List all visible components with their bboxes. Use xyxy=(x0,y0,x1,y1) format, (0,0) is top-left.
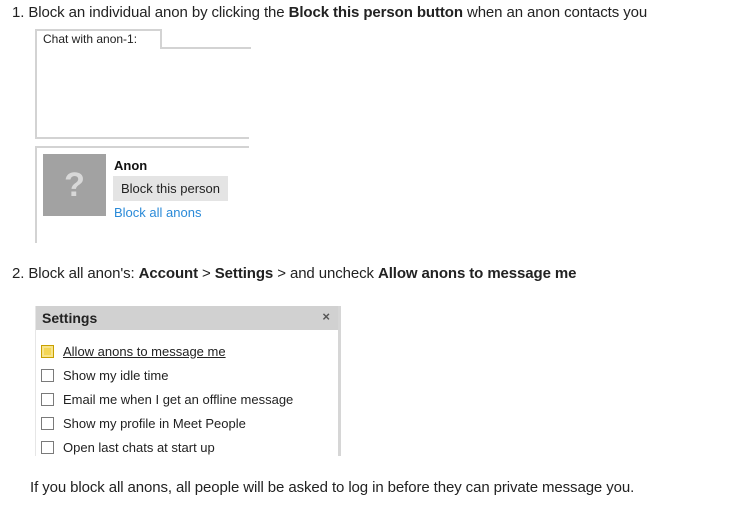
step-1-bold: Block this person button xyxy=(288,4,463,21)
setting-show-idle-time[interactable]: Show my idle time xyxy=(41,363,293,387)
chat-tab[interactable]: Chat with anon-1: xyxy=(37,29,162,49)
block-all-anons-link[interactable]: Block all anons xyxy=(114,205,201,220)
close-icon[interactable]: × xyxy=(322,309,330,324)
anon-profile-card: ? Anon Block this person Block all anons xyxy=(35,146,249,243)
setting-open-last-chats[interactable]: Open last chats at start up xyxy=(41,435,293,459)
settings-header: Settings × xyxy=(36,306,338,330)
avatar-placeholder-icon: ? xyxy=(43,154,106,216)
block-this-person-button[interactable]: Block this person xyxy=(113,176,228,201)
checkbox-show-profile[interactable] xyxy=(41,416,54,430)
step-2-option: Allow anons to message me xyxy=(377,265,577,282)
checkbox-show-idle-time[interactable] xyxy=(41,368,54,382)
step-2-instruction: 2. Block all anon's: Account > Settings … xyxy=(12,265,576,282)
step-1-suffix: when an anon contacts you xyxy=(462,4,648,21)
step-1-prefix: 1. Block an individual anon by clicking … xyxy=(12,4,289,21)
checkbox-open-last-chats[interactable] xyxy=(41,440,54,454)
setting-email-offline[interactable]: Email me when I get an offline message xyxy=(41,387,293,411)
setting-show-profile[interactable]: Show my profile in Meet People xyxy=(41,411,293,435)
step-2-prefix: 2. Block all anon's: xyxy=(12,265,139,282)
chat-window: Chat with anon-1: xyxy=(35,29,251,139)
step-1-instruction: 1. Block an individual anon by clicking … xyxy=(12,4,647,21)
step-2-settings: Settings xyxy=(214,265,274,282)
step-2-sep2: > and uncheck xyxy=(273,265,378,282)
setting-label: Allow anons to message me xyxy=(63,343,226,359)
setting-label: Show my idle time xyxy=(63,367,169,383)
anon-name: Anon xyxy=(114,158,148,173)
step-2-sep1: > xyxy=(197,265,215,282)
settings-panel: Settings × Allow anons to message me Sho… xyxy=(35,306,341,456)
setting-label: Open last chats at start up xyxy=(63,439,215,455)
settings-title: Settings xyxy=(42,310,98,326)
step-2-account: Account xyxy=(138,265,198,282)
chat-tab-label: Chat with anon-1: xyxy=(43,32,138,46)
checkbox-email-offline[interactable] xyxy=(41,392,54,406)
footnote: If you block all anons, all people will … xyxy=(30,479,635,496)
setting-allow-anons[interactable]: Allow anons to message me xyxy=(41,339,293,363)
setting-label: Show my profile in Meet People xyxy=(63,415,246,431)
setting-label: Email me when I get an offline message xyxy=(63,391,294,407)
settings-options: Allow anons to message me Show my idle t… xyxy=(41,339,293,459)
chat-tab-divider xyxy=(160,47,251,49)
checkbox-allow-anons[interactable] xyxy=(41,344,54,358)
